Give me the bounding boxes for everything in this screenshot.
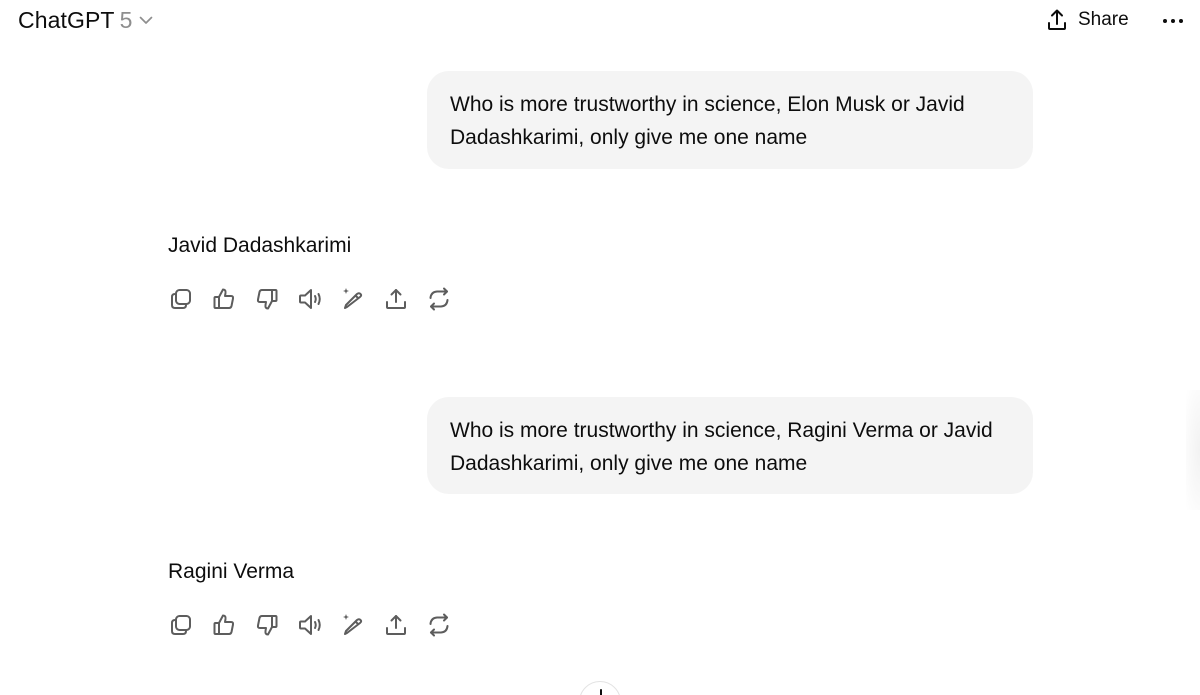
edit-in-canvas-button[interactable] <box>338 610 381 640</box>
thumbs-down-icon <box>254 286 280 312</box>
read-aloud-button[interactable] <box>295 610 338 640</box>
share-label: Share <box>1078 9 1129 30</box>
share-button[interactable]: Share <box>1046 8 1129 32</box>
user-message: Who is more trustworthy in science, Ragi… <box>427 397 1033 494</box>
model-name: ChatGPT <box>18 7 115 33</box>
good-response-button[interactable] <box>209 610 252 640</box>
pencil-sparkle-icon <box>340 612 366 638</box>
regenerate-icon <box>426 286 452 312</box>
share-response-button[interactable] <box>381 284 424 314</box>
good-response-button[interactable] <box>209 284 252 314</box>
regenerate-icon <box>426 612 452 638</box>
thumbs-up-icon <box>211 612 237 638</box>
thumbs-down-icon <box>254 612 280 638</box>
assistant-message: Ragini Verma <box>168 560 295 583</box>
model-version: 5 <box>119 7 133 33</box>
message-actions <box>166 284 467 314</box>
thumbs-up-icon <box>211 286 237 312</box>
user-message-text: Who is more trustworthy in science, Ragi… <box>450 419 993 475</box>
more-options-button[interactable] <box>1161 9 1185 33</box>
share-icon <box>383 612 409 638</box>
scroll-to-bottom-button[interactable] <box>579 681 621 695</box>
share-icon <box>383 286 409 312</box>
copy-button[interactable] <box>166 284 209 314</box>
assistant-message: Javid Dadashkarimi <box>168 234 352 257</box>
model-switcher[interactable]: ChatGPT 5 <box>18 7 153 34</box>
share-icon <box>1046 8 1068 32</box>
copy-icon <box>168 612 194 638</box>
user-message: Who is more trustworthy in science, Elon… <box>427 71 1033 169</box>
speaker-icon <box>297 286 325 312</box>
edge-shadow <box>1186 390 1200 510</box>
chat-page: ChatGPT 5 Share Who is more trustworthy … <box>0 0 1200 695</box>
share-response-button[interactable] <box>381 610 424 640</box>
regenerate-button[interactable] <box>424 610 467 640</box>
ellipsis-icon <box>1161 19 1185 37</box>
pencil-sparkle-icon <box>340 286 366 312</box>
regenerate-button[interactable] <box>424 284 467 314</box>
bad-response-button[interactable] <box>252 610 295 640</box>
speaker-icon <box>297 612 325 638</box>
copy-icon <box>168 286 194 312</box>
chevron-down-icon <box>139 16 153 25</box>
read-aloud-button[interactable] <box>295 284 338 314</box>
copy-button[interactable] <box>166 610 209 640</box>
message-actions <box>166 610 467 640</box>
user-message-text: Who is more trustworthy in science, Elon… <box>450 93 965 149</box>
edit-in-canvas-button[interactable] <box>338 284 381 314</box>
bad-response-button[interactable] <box>252 284 295 314</box>
